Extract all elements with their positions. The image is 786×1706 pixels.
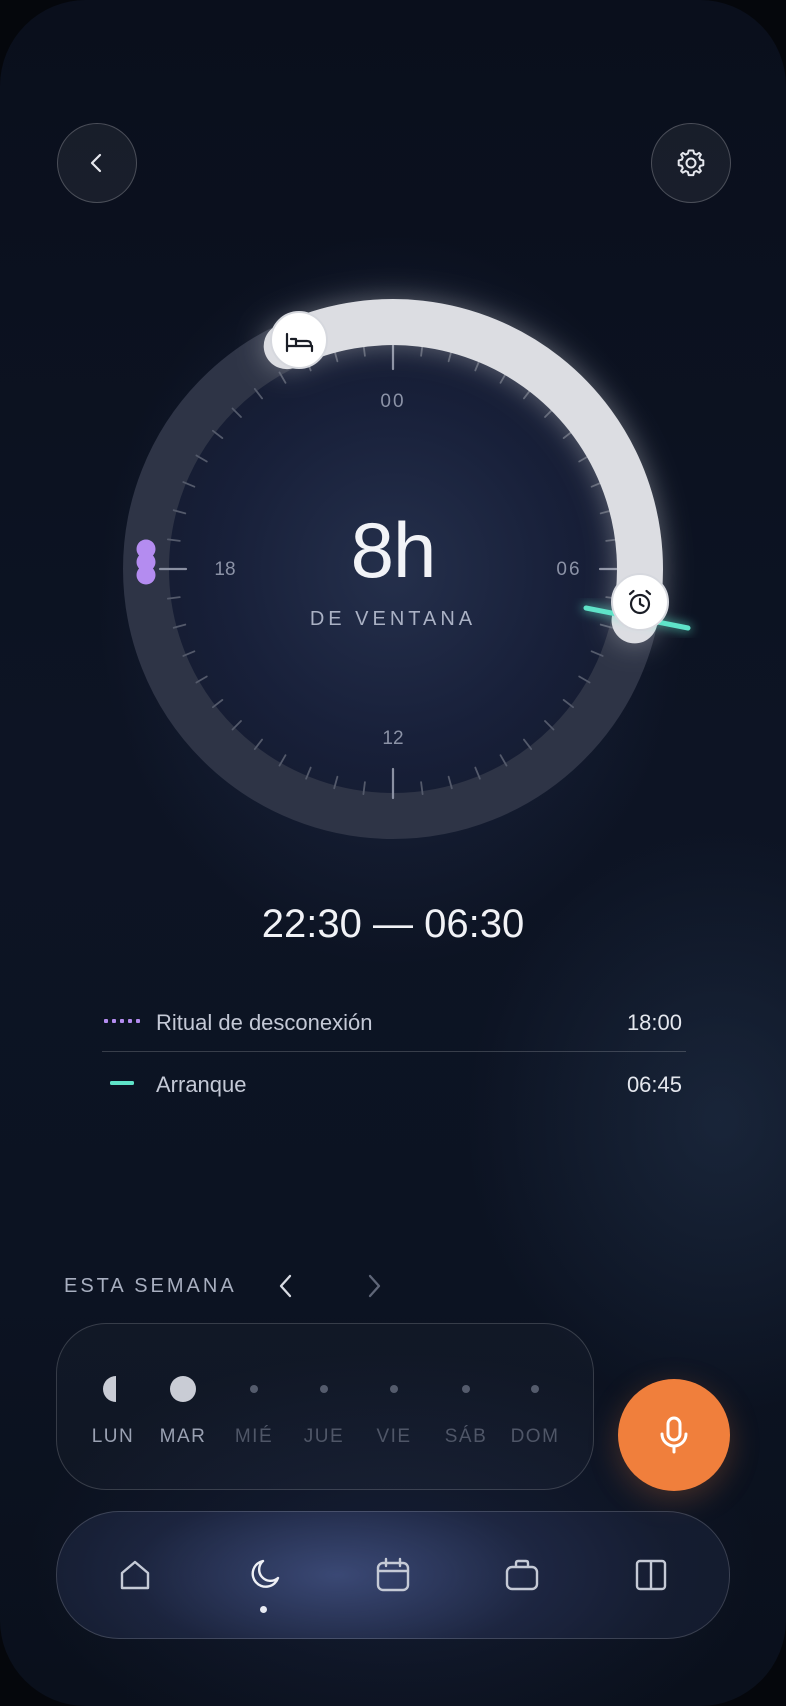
chevron-left-icon bbox=[279, 1274, 292, 1298]
sleep-window-dial[interactable]: 00 06 12 18 bbox=[0, 0, 786, 900]
week-panel: LUN MAR MIÉ JUE VIE SÁB DOM bbox=[56, 1323, 594, 1490]
microphone-icon bbox=[660, 1416, 688, 1454]
routine-time: 06:45 bbox=[626, 1072, 682, 1097]
routine-label: Arranque bbox=[156, 1072, 247, 1097]
day-mie[interactable]: MIÉ bbox=[219, 1324, 289, 1489]
calendar-icon bbox=[376, 1557, 410, 1592]
wake-handle[interactable] bbox=[611, 573, 669, 631]
tab-calendar[interactable] bbox=[348, 1512, 438, 1638]
teal-line-icon bbox=[110, 1081, 134, 1085]
day-lun[interactable]: LUN bbox=[78, 1324, 148, 1489]
dotted-purple-line-icon bbox=[104, 1019, 140, 1023]
day-mar[interactable]: MAR bbox=[148, 1324, 218, 1489]
week-title: ESTA SEMANA bbox=[64, 1275, 237, 1297]
columns-icon bbox=[635, 1559, 667, 1591]
window-label: DE VENTANA bbox=[309, 608, 477, 630]
hour-label-top: 00 bbox=[380, 391, 405, 412]
day-sab[interactable]: SÁB bbox=[431, 1324, 501, 1489]
tab-work[interactable] bbox=[477, 1512, 567, 1638]
day-name: VIE bbox=[376, 1426, 412, 1447]
routine-row-arranque[interactable]: Arranque 06:45 bbox=[102, 1064, 686, 1104]
phone-screen: 00 06 12 18 8h DE VENTANA 22:30 — 06:30 … bbox=[0, 0, 786, 1706]
day-vie[interactable]: VIE bbox=[359, 1324, 429, 1489]
routine-label: Ritual de desconexión bbox=[156, 1010, 373, 1035]
week-prev-button[interactable] bbox=[276, 1273, 296, 1299]
home-icon bbox=[120, 1560, 150, 1590]
empty-dot-icon bbox=[390, 1385, 398, 1393]
hour-label-left: 18 bbox=[214, 559, 235, 580]
hour-label-bottom: 12 bbox=[382, 728, 403, 749]
routine-time: 18:00 bbox=[626, 1010, 682, 1035]
active-tab-indicator bbox=[260, 1606, 267, 1613]
day-name: MAR bbox=[159, 1426, 207, 1447]
week-next-button[interactable] bbox=[364, 1273, 384, 1299]
tab-library[interactable] bbox=[606, 1512, 696, 1638]
empty-dot-icon bbox=[320, 1385, 328, 1393]
hour-label-right: 06 bbox=[556, 559, 581, 580]
full-circle-icon bbox=[170, 1376, 196, 1402]
empty-dot-icon bbox=[531, 1385, 539, 1393]
day-dom[interactable]: DOM bbox=[500, 1324, 570, 1489]
window-duration: 8h bbox=[350, 506, 437, 594]
day-name: MIÉ bbox=[234, 1426, 274, 1447]
bedtime-handle[interactable] bbox=[270, 311, 328, 369]
day-jue[interactable]: JUE bbox=[289, 1324, 359, 1489]
schedule-time-range[interactable]: 22:30 — 06:30 bbox=[193, 902, 593, 947]
empty-dot-icon bbox=[250, 1385, 258, 1393]
routine-divider bbox=[102, 1051, 686, 1052]
routine-row-ritual[interactable]: Ritual de desconexión 18:00 bbox=[102, 1002, 686, 1042]
half-moon-icon bbox=[103, 1376, 116, 1402]
moon-icon bbox=[251, 1559, 280, 1588]
day-name: SÁB bbox=[444, 1426, 488, 1447]
tab-sleep[interactable] bbox=[219, 1512, 309, 1638]
voice-input-button[interactable] bbox=[618, 1379, 730, 1491]
briefcase-icon bbox=[505, 1559, 539, 1591]
empty-dot-icon bbox=[462, 1385, 470, 1393]
chevron-right-icon bbox=[368, 1274, 381, 1298]
day-name: DOM bbox=[510, 1426, 560, 1447]
tab-home[interactable] bbox=[90, 1512, 180, 1638]
day-name: JUE bbox=[303, 1426, 345, 1447]
day-name: LUN bbox=[91, 1426, 135, 1447]
ritual-marker bbox=[136, 539, 156, 585]
bottom-tab-bar bbox=[56, 1511, 730, 1639]
